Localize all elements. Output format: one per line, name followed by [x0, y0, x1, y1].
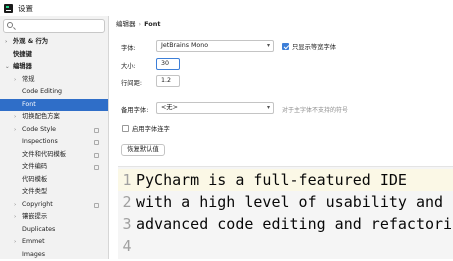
size-field[interactable]: 30 — [156, 58, 180, 70]
sidebar-item-label: 外观 & 行为 — [13, 36, 48, 49]
search-icon — [7, 22, 13, 28]
preview-line-text: with a high level of usability and — [136, 193, 443, 211]
sidebar-item[interactable]: 文件和代码模板 — [0, 149, 108, 162]
sidebar-item-label: Code Editing — [22, 86, 62, 99]
line-number: 4 — [118, 235, 136, 257]
settings-sidebar: ›外观 & 行为快捷键⌄编辑器›常规Code EditingFont›切换配色方… — [0, 16, 109, 259]
sidebar-item[interactable]: 代码模板 — [0, 174, 108, 187]
preview-line: 4 — [118, 235, 136, 257]
line-number: 1 — [118, 169, 136, 191]
sidebar-item-label: 快捷键 — [13, 49, 32, 62]
font-select-value: JetBrains Mono — [161, 42, 208, 49]
sidebar-item-label: 镶嵌提示 — [22, 211, 47, 224]
sidebar-item[interactable]: › 切换配色方案 — [0, 111, 108, 124]
fallback-font-label: 备用字体: — [121, 105, 148, 114]
sidebar-item[interactable]: › 常规 — [0, 74, 108, 87]
sidebar-item[interactable]: › Code Style — [0, 124, 108, 137]
sidebar-item-label: Emmet — [22, 236, 45, 249]
sidebar-item[interactable]: Font — [0, 99, 108, 112]
font-settings-panel: 编辑器›Font 字体: JetBrains Mono ▾ 只显示等宽字体 大小… — [110, 16, 453, 259]
sidebar-item[interactable]: › Copyright — [0, 199, 108, 212]
project-scope-icon — [94, 203, 99, 208]
chevron-right-icon[interactable]: › — [14, 199, 16, 212]
size-field-value: 30 — [161, 60, 169, 67]
preview-line: 2with a high level of usability and — [118, 191, 443, 213]
line-number: 2 — [118, 191, 136, 213]
settings-tree: ›外观 & 行为快捷键⌄编辑器›常规Code EditingFont›切换配色方… — [0, 36, 108, 261]
project-scope-icon — [94, 153, 99, 158]
sidebar-item-label: 编辑器 — [13, 61, 32, 74]
sidebar-item-label: 文件类型 — [22, 186, 47, 199]
project-scope-icon — [94, 140, 99, 145]
sidebar-item-label: 代码模板 — [22, 174, 47, 187]
settings-search-input[interactable] — [3, 19, 105, 33]
font-label: 字体: — [121, 43, 136, 52]
pycharm-logo-icon — [4, 4, 13, 13]
sidebar-item[interactable]: Duplicates — [0, 224, 108, 237]
sidebar-item-label: Font — [22, 99, 36, 112]
sidebar-item[interactable]: 文件编码 — [0, 161, 108, 174]
fallback-font-hint: 对于主字体不支持的符号 — [282, 105, 348, 114]
ligatures-checkbox[interactable] — [122, 125, 129, 132]
preview-line: 1PyCharm is a full-featured IDE — [118, 169, 453, 191]
preview-line-text: advanced code editing and refactori — [136, 215, 452, 233]
fallback-font-select-value: <无> — [161, 104, 178, 111]
sidebar-item-label: Images — [22, 249, 45, 261]
ligatures-option[interactable]: 启用字体连字 — [122, 124, 170, 133]
line-height-label: 行间距: — [121, 78, 142, 87]
line-height-field[interactable]: 1.2 — [156, 75, 180, 87]
sidebar-item-label: 文件编码 — [22, 161, 47, 174]
restore-defaults-button[interactable]: 恢复默认值 — [121, 144, 165, 156]
sidebar-item-label: Inspections — [22, 136, 58, 149]
line-number: 3 — [118, 213, 136, 235]
font-preview-editor[interactable]: 1PyCharm is a full-featured IDE 2with a … — [118, 166, 453, 259]
monospace-only-label: 只显示等宽字体 — [292, 42, 336, 51]
sidebar-item-label: Copyright — [22, 199, 53, 212]
chevron-right-icon[interactable]: › — [14, 236, 16, 249]
breadcrumb-parent[interactable]: 编辑器 — [116, 20, 136, 28]
sidebar-item[interactable]: Code Editing — [0, 86, 108, 99]
chevron-right-icon[interactable]: › — [14, 74, 16, 87]
preview-line-text: PyCharm is a full-featured IDE — [136, 171, 407, 189]
project-scope-icon — [94, 128, 99, 133]
breadcrumb: 编辑器›Font — [116, 18, 161, 28]
font-select[interactable]: JetBrains Mono ▾ — [156, 40, 274, 52]
sidebar-item-label: Code Style — [22, 124, 56, 137]
chevron-down-icon[interactable]: ⌄ — [5, 61, 10, 74]
monospace-only-option[interactable]: 只显示等宽字体 — [282, 42, 336, 51]
fallback-font-select[interactable]: <无> ▾ — [156, 102, 274, 114]
monospace-only-checkbox[interactable] — [282, 43, 289, 50]
chevron-down-icon: ▾ — [267, 41, 270, 51]
chevron-right-icon[interactable]: › — [14, 211, 16, 224]
sidebar-item[interactable]: › 镶嵌提示 — [0, 211, 108, 224]
sidebar-item[interactable]: ⌄编辑器 — [0, 61, 108, 74]
size-label: 大小: — [121, 61, 136, 70]
sidebar-item[interactable]: Inspections — [0, 136, 108, 149]
preview-line: 3advanced code editing and refactori — [118, 213, 452, 235]
window-title: 设置 — [18, 3, 33, 14]
ligatures-label: 启用字体连字 — [132, 124, 170, 133]
sidebar-item-label: 切换配色方案 — [22, 111, 60, 124]
sidebar-item[interactable]: › 外观 & 行为 — [0, 36, 108, 49]
project-scope-icon — [94, 165, 99, 170]
sidebar-item[interactable]: › Emmet — [0, 236, 108, 249]
breadcrumb-separator: › — [139, 20, 142, 28]
chevron-down-icon: ▾ — [267, 103, 270, 113]
line-height-field-value: 1.2 — [161, 77, 171, 84]
chevron-right-icon[interactable]: › — [14, 124, 16, 137]
sidebar-item-label: 常规 — [22, 74, 35, 87]
breadcrumb-current: Font — [144, 20, 160, 28]
sidebar-item[interactable]: 文件类型 — [0, 186, 108, 199]
chevron-right-icon[interactable]: › — [14, 111, 16, 124]
sidebar-item[interactable]: 快捷键 — [0, 49, 108, 62]
sidebar-item-label: Duplicates — [22, 224, 55, 237]
sidebar-item[interactable]: Images — [0, 249, 108, 261]
chevron-right-icon[interactable]: › — [5, 36, 7, 49]
title-bar: 设置 — [0, 0, 453, 16]
sidebar-item-label: 文件和代码模板 — [22, 149, 66, 162]
